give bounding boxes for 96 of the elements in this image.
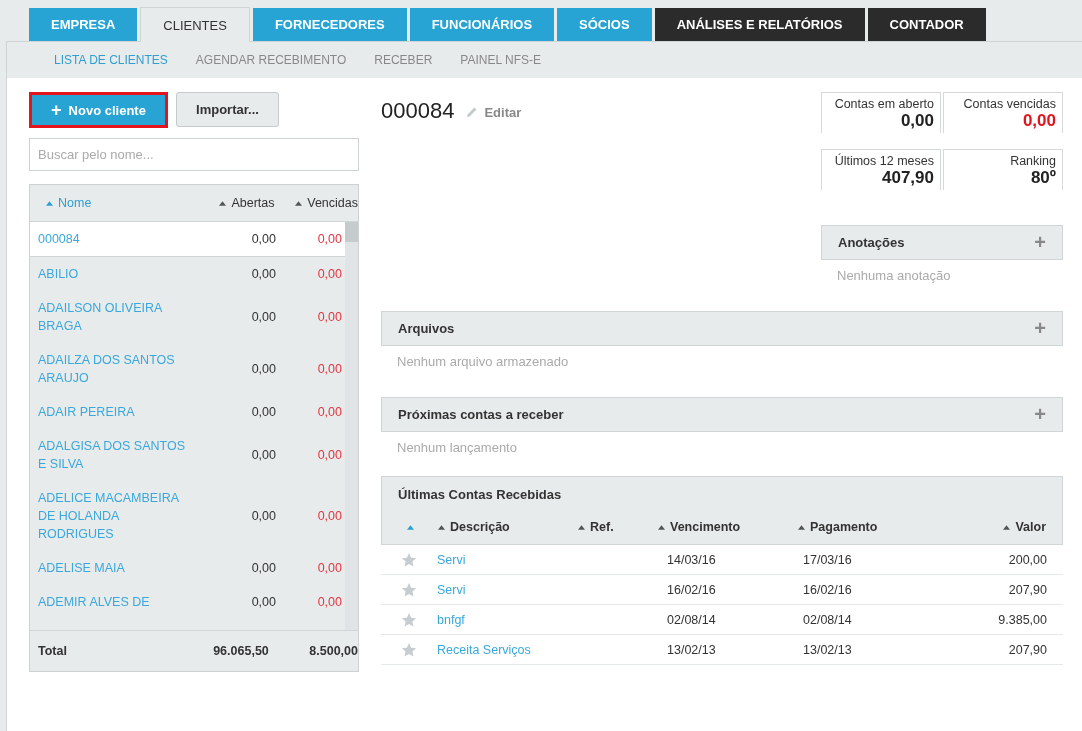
table-cell-text: 16/02/16	[666, 582, 717, 597]
client-name: ADELICE MACAMBEIRA DE HOLANDA RODRIGUES	[37, 490, 180, 543]
table-cell-text: 0,00	[316, 405, 342, 419]
empty-message: Nenhum arquivo armazenado	[396, 353, 570, 371]
client-name: ADALGISA DOS SANTOS E SILVA	[37, 438, 186, 473]
stat-value: 80º	[1030, 168, 1056, 188]
table-cell-text: 0,00	[250, 561, 276, 575]
table-cell-text: 200,00	[1007, 552, 1048, 567]
table-cell-text: 0,00	[250, 362, 276, 376]
table-cell-text: 0,00	[316, 310, 342, 324]
panel-title: Últimas Contas Recebidas	[397, 486, 563, 504]
sort-caret-icon	[406, 524, 414, 530]
table-cell-text: 0,00	[250, 509, 276, 523]
scrollbar[interactable]	[345, 222, 358, 630]
table-cell-text: 0,00	[316, 509, 342, 523]
stat-label: Últimos 12 meses	[834, 154, 934, 168]
sort-caret-icon	[295, 200, 303, 206]
table-cell-text: 0,00	[316, 595, 342, 609]
module-tab[interactable]: ANÁLISES E RELATÓRIOS	[654, 8, 865, 41]
table-cell-text: 14/03/16	[666, 552, 717, 567]
table-cell-text: 207,90	[1007, 582, 1048, 597]
table-cell-text: 0,00	[316, 362, 342, 376]
search-field[interactable]: Buscar pelo nome...	[29, 138, 359, 171]
sort-caret-icon	[219, 200, 227, 206]
sort-caret-icon	[798, 524, 805, 530]
client-name: ADAILSON OLIVEIRA BRAGA	[37, 300, 163, 335]
stat-label: Ranking	[1010, 154, 1056, 168]
star-icon[interactable]	[401, 641, 417, 658]
table-cell-text: 0,00	[250, 448, 276, 462]
import-button[interactable]: Importar...	[176, 92, 279, 127]
stat-value: 0,00	[900, 111, 934, 131]
table-cell-text: 0,00	[250, 310, 276, 324]
table-cell-text: 0,00	[316, 448, 342, 462]
star-icon[interactable]	[401, 551, 417, 568]
edit-link[interactable]: Editar	[466, 104, 522, 120]
empty-message: Nenhum lançamento	[396, 439, 518, 457]
client-name: 000084	[37, 231, 81, 248]
client-name: ADAIR PEREIRA	[37, 404, 136, 421]
stat-label: Contas vencidas	[963, 97, 1056, 111]
column-header[interactable]: Vencimento	[658, 520, 798, 534]
column-header[interactable]: Ref.	[578, 520, 658, 534]
client-row[interactable]: ADALGISA DOS SANTOS E SILVA 0,00 0,00	[30, 429, 345, 481]
client-row[interactable]: ADAILSON OLIVEIRA BRAGA 0,00 0,00	[30, 291, 345, 343]
scroll-thumb[interactable]	[345, 222, 358, 242]
pencil-icon	[466, 106, 479, 118]
stat-value: 0,00	[1022, 111, 1056, 131]
column-header[interactable]: Pagamento	[798, 520, 948, 534]
table-cell-text: 02/08/14	[666, 612, 717, 627]
client-row[interactable]: ADEMIR ALVES DE 0,00 0,00	[30, 585, 345, 619]
module-tab[interactable]: CLIENTES	[140, 7, 250, 42]
column-header[interactable]: Vencidas	[274, 196, 358, 210]
star-icon[interactable]	[401, 611, 417, 628]
table-cell-text: 8.500,00	[308, 644, 358, 658]
table-cell-text: 9.385,00	[997, 612, 1048, 627]
column-header[interactable]: Valor	[948, 520, 1062, 534]
table-cell-text: 02/08/14	[802, 612, 853, 627]
table-cell-text: 17/03/16	[802, 552, 853, 567]
table-cell-text: 0,00	[316, 267, 342, 281]
table-cell-text: 13/02/13	[802, 642, 853, 657]
table-cell-text: 207,90	[1007, 642, 1048, 657]
client-name: ADEMIR ALVES DE	[37, 594, 151, 611]
table-cell-text: 96.065,50	[212, 644, 269, 658]
table-cell-text: 0,00	[250, 267, 276, 281]
panel-title: Anotações	[838, 235, 905, 250]
client-row[interactable]: ABILIO 0,00 0,00	[30, 257, 345, 291]
panel-title: Próximas contas a receber	[398, 407, 564, 422]
table-cell-text: 0,00	[250, 232, 276, 246]
table-cell-text: 0,00	[316, 561, 342, 575]
module-tab[interactable]: CONTADOR	[867, 8, 986, 41]
sort-caret-icon	[658, 524, 665, 530]
table-cell-text: 0,00	[250, 405, 276, 419]
client-row[interactable]: ADELISE MAIA 0,00 0,00	[30, 551, 345, 585]
total-label: Total	[37, 643, 68, 660]
stat-label: Contas em aberto	[834, 97, 934, 111]
sort-caret-icon	[1003, 524, 1011, 530]
client-name: ABILIO	[37, 266, 80, 283]
empty-message: Nenhuma anotação	[836, 267, 952, 285]
table-cell-text: 16/02/16	[802, 582, 853, 597]
client-code: 000084	[381, 98, 455, 124]
sort-caret-icon	[578, 524, 585, 530]
table-cell-text: 13/02/13	[666, 642, 717, 657]
stat-value: 407,90	[882, 168, 934, 188]
panel-title: Arquivos	[398, 321, 455, 336]
star-icon[interactable]	[401, 581, 417, 598]
table-cell-text: 0,00	[250, 595, 276, 609]
client-row[interactable]: 000084 0,00 0,00	[30, 222, 345, 257]
client-row[interactable]: ADAIR PEREIRA 0,00 0,00	[30, 395, 345, 429]
sort-caret-icon	[46, 200, 53, 206]
column-header[interactable]: Abertas	[185, 196, 275, 210]
client-row[interactable]: ADAILZA DOS SANTOS ARAUJO 0,00 0,00	[30, 343, 345, 395]
sort-caret-icon	[438, 524, 445, 530]
table-cell-text: 0,00	[316, 232, 342, 246]
client-row[interactable]: ADELICE MACAMBEIRA DE HOLANDA RODRIGUES 0,00 0,00	[30, 481, 345, 551]
client-name: ADAILZA DOS SANTOS ARAUJO	[37, 352, 176, 387]
column-header[interactable]: Descrição	[438, 520, 578, 534]
client-name: ADELISE MAIA	[37, 560, 126, 577]
